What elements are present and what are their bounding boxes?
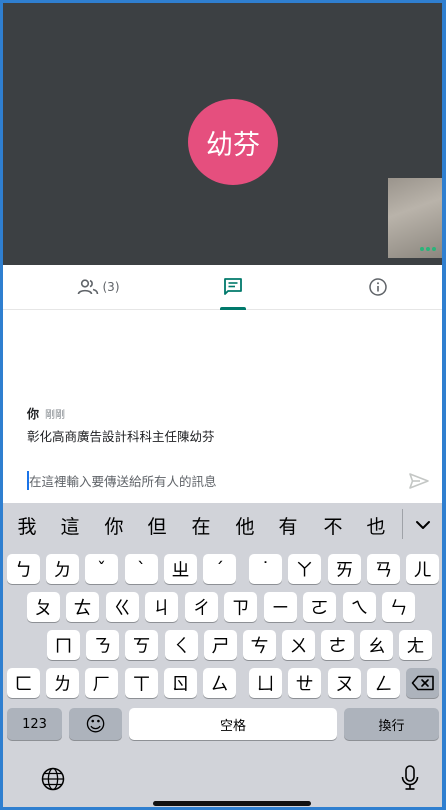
emoji-icon: ☺ — [85, 712, 106, 736]
key[interactable]: ˊ — [203, 554, 236, 584]
people-count: (3) — [102, 280, 120, 294]
tab-chat[interactable] — [178, 265, 288, 310]
candidate-word[interactable]: 在 — [181, 503, 221, 547]
key[interactable]: ㄐ — [145, 592, 178, 622]
key[interactable]: ㄔ — [185, 592, 218, 622]
participant-avatar: 幼芬 — [188, 99, 278, 185]
numbers-key[interactable]: 123 — [7, 708, 62, 740]
key[interactable]: ㄠ — [360, 630, 393, 660]
candidate-divider — [402, 509, 403, 539]
app-frame: 幼芬 (3) 你 剛剛 彰化高商廣告設計科科主任陳幼芬 在這裡輸入要傳送給所有人… — [0, 0, 446, 810]
key[interactable]: ㄡ — [328, 668, 361, 698]
video-stage: 幼芬 — [3, 3, 442, 265]
candidate-word[interactable]: 你 — [94, 503, 134, 547]
key[interactable]: ㄏ — [85, 668, 118, 698]
microphone-icon[interactable] — [396, 763, 424, 793]
key[interactable]: ㄣ — [382, 592, 415, 622]
key[interactable]: ㄗ — [224, 592, 257, 622]
key[interactable]: ㄢ — [367, 554, 400, 584]
key[interactable]: ㄈ — [7, 668, 40, 698]
key[interactable]: ㄇ — [47, 630, 80, 660]
space-key[interactable]: 空格 — [129, 708, 337, 740]
key[interactable]: ㄓ — [164, 554, 197, 584]
key[interactable]: ㄘ — [243, 630, 276, 660]
candidate-word[interactable]: 這 — [50, 503, 90, 547]
key[interactable]: ㄧ — [264, 592, 297, 622]
candidate-word[interactable]: 不 — [313, 503, 353, 547]
key[interactable]: ㄊ — [66, 592, 99, 622]
message-meta: 你剛剛 — [27, 405, 215, 422]
tab-info[interactable] — [323, 265, 433, 309]
key[interactable]: ㄤ — [399, 630, 432, 660]
candidate-word[interactable]: 也 — [356, 503, 396, 547]
key[interactable]: ㄒ — [125, 668, 158, 698]
backspace-key[interactable] — [406, 668, 439, 698]
send-icon[interactable] — [407, 469, 431, 493]
key[interactable]: ㄖ — [164, 668, 197, 698]
key[interactable]: ㄩ — [249, 668, 282, 698]
key[interactable]: ㄦ — [406, 554, 439, 584]
key[interactable]: ㄆ — [27, 592, 60, 622]
home-indicator — [153, 801, 311, 806]
key[interactable]: ˋ — [125, 554, 158, 584]
candidate-word[interactable]: 但 — [137, 503, 177, 547]
chevron-down-icon[interactable] — [408, 511, 438, 539]
key[interactable]: ㄍ — [106, 592, 139, 622]
candidate-word[interactable]: 有 — [268, 503, 308, 547]
key[interactable]: ㄚ — [288, 554, 321, 584]
key[interactable]: ㄕ — [204, 630, 237, 660]
key[interactable]: ㄑ — [165, 630, 198, 660]
key[interactable]: ˙ — [249, 554, 282, 584]
candidate-word[interactable]: 他 — [225, 503, 265, 547]
message-composer — [3, 461, 442, 501]
key[interactable]: ㄨ — [282, 630, 315, 660]
key[interactable]: ㄜ — [321, 630, 354, 660]
key[interactable]: ㄥ — [367, 668, 400, 698]
self-view-tile[interactable] — [388, 178, 442, 258]
key[interactable]: ˇ — [85, 554, 118, 584]
active-tab-indicator — [220, 307, 246, 310]
key[interactable]: ㄅ — [7, 554, 40, 584]
key[interactable]: ㄌ — [46, 668, 79, 698]
backspace-icon — [411, 675, 434, 691]
key[interactable]: ㄎ — [125, 630, 158, 660]
message-input[interactable] — [29, 469, 389, 493]
tab-people[interactable]: (3) — [43, 265, 153, 309]
return-key[interactable]: 換行 — [344, 708, 439, 740]
key[interactable]: ㄟ — [343, 592, 376, 622]
emoji-key[interactable]: ☺ — [69, 708, 122, 740]
key[interactable]: ㄋ — [86, 630, 119, 660]
chat-icon — [224, 278, 242, 295]
candidate-bar: 我 這 你 但 在 他 有 不 也 — [3, 503, 442, 547]
key[interactable]: ㄙ — [203, 668, 236, 698]
key[interactable]: ㄝ — [288, 668, 321, 698]
panel-tabs: (3) — [3, 265, 442, 310]
participant-initials: 幼芬 — [206, 129, 260, 161]
people-icon — [77, 279, 98, 295]
key[interactable]: ㄛ — [303, 592, 336, 622]
message-text: 彰化高商廣告設計科科主任陳幼芬 — [27, 429, 215, 444]
info-icon — [369, 278, 387, 296]
key[interactable]: ㄉ — [46, 554, 79, 584]
chat-message: 你剛剛 彰化高商廣告設計科科主任陳幼芬 — [27, 405, 215, 445]
candidate-word[interactable]: 我 — [7, 503, 47, 547]
zhuyin-keyboard: 我 這 你 但 在 他 有 不 也 ㄅ ㄉ ˇ ˋ ㄓ ˊ ˙ ㄚ ㄞ ㄢ ㄦ … — [3, 503, 442, 807]
message-time: 剛剛 — [45, 410, 66, 421]
message-sender: 你 — [27, 407, 40, 421]
globe-icon[interactable] — [39, 765, 67, 793]
key[interactable]: ㄞ — [328, 554, 361, 584]
more-options-icon[interactable] — [420, 247, 436, 251]
